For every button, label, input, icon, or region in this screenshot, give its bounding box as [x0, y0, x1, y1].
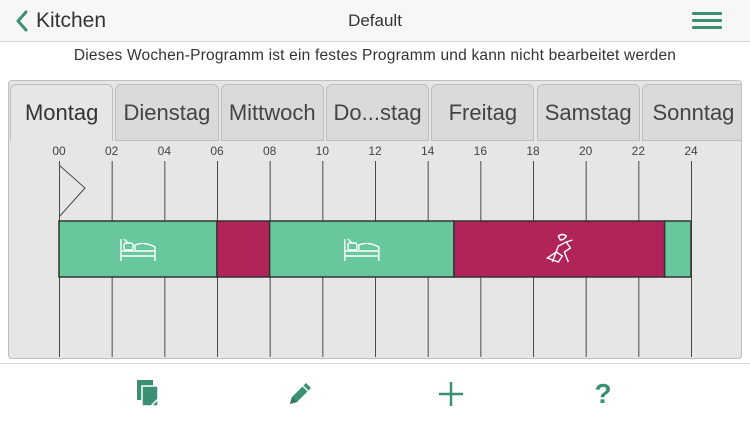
- day-tabs: Montag Dienstag Mittwoch Do...stag Freitag Sa…: [9, 81, 741, 141]
- tab-mittwoch[interactable]: Mittwoch: [220, 84, 324, 141]
- hamburger-menu-icon[interactable]: [692, 12, 722, 30]
- hour-tick-label: 12: [368, 144, 382, 158]
- page-title: Default: [348, 11, 402, 30]
- tab-dostag[interactable]: Do...stag: [325, 84, 430, 141]
- tab-samstag[interactable]: Samstag: [536, 84, 640, 141]
- read-only-notice: Dieses Wochen-Programm ist ein festes Pr…: [73, 47, 677, 64]
- hour-tick-label: 08: [263, 144, 277, 158]
- hour-tick-label: 00: [52, 144, 66, 158]
- hour-tick-label: 06: [210, 144, 224, 158]
- hour-tick-label: 18: [526, 144, 540, 158]
- hour-tick-label: 24: [684, 144, 698, 158]
- back-label: Kitchen: [36, 9, 107, 32]
- schedule-segment-comfort[interactable]: [216, 220, 271, 278]
- back-button[interactable]: Kitchen: [14, 6, 106, 36]
- schedule-segment-sleep[interactable]: [663, 220, 692, 278]
- hour-tick-label: 14: [421, 144, 435, 158]
- hour-tick-label: 02: [105, 144, 119, 158]
- tab-sonntag[interactable]: Sonntag: [641, 84, 741, 141]
- schedule-segment-comfort[interactable]: [453, 220, 666, 278]
- schedule-segment-sleep[interactable]: [268, 220, 455, 278]
- schedule-segment-sleep[interactable]: [58, 220, 218, 278]
- hour-tick-label: 22: [632, 144, 646, 158]
- hour-tick-label: 16: [474, 144, 488, 158]
- help-question-icon[interactable]: ?: [585, 376, 621, 412]
- weekly-program-panel: Montag Dienstag Mittwoch Do...stag Freitag Sa…: [8, 80, 742, 359]
- chevron-left-icon: [16, 10, 28, 32]
- day-timeline: 00 02 04 06 08 10 12 14 16 18 20 22 24: [9, 141, 741, 358]
- hour-tick-label: 04: [158, 144, 172, 158]
- current-time-marker: [58, 164, 86, 218]
- timeline-canvas: 00 02 04 06 08 10 12 14 16 18 20 22 24: [52, 144, 698, 357]
- tab-dienstag[interactable]: Dienstag: [115, 84, 219, 141]
- hour-tick-label: 10: [316, 144, 330, 158]
- copy-icon[interactable]: [129, 376, 165, 412]
- add-plus-icon[interactable]: [433, 376, 469, 412]
- bottom-toolbar: ?: [0, 363, 750, 422]
- tab-freitag[interactable]: Freitag: [431, 84, 535, 141]
- help-question-glyph: ?: [594, 378, 612, 409]
- tab-montag[interactable]: Montag: [10, 84, 114, 141]
- hour-tick-label: 20: [579, 144, 593, 158]
- edit-pencil-icon[interactable]: [282, 376, 318, 412]
- navigation-bar: Kitchen Default: [0, 0, 750, 42]
